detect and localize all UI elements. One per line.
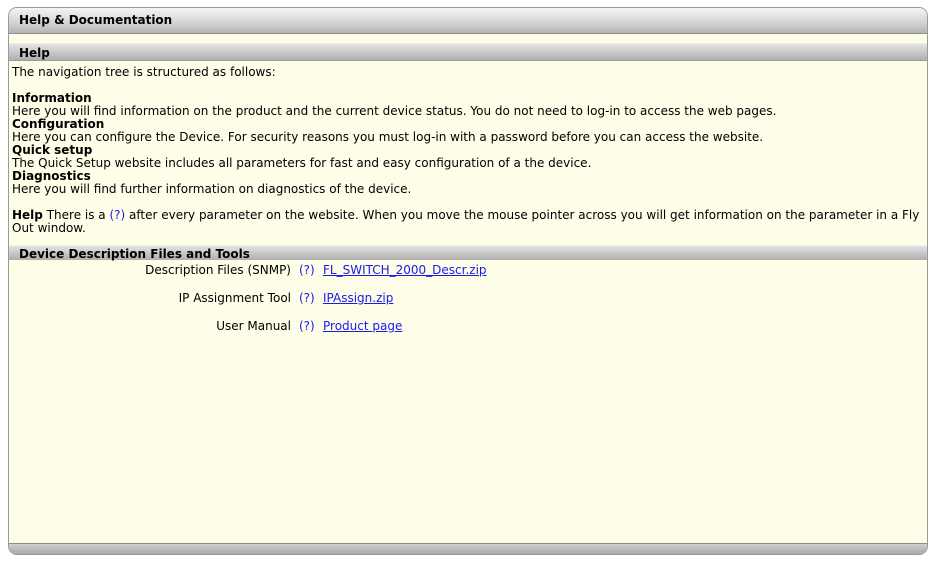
row-label: IP Assignment Tool [178,291,291,305]
product-page-link[interactable]: Product page [323,319,402,333]
description-quick-setup: The Quick Setup website includes all par… [12,156,592,170]
help-note-pre: There is a [42,208,110,222]
help-documentation-panel: Help & Documentation Help The navigation… [8,7,928,555]
description-information: Here you will find information on the pr… [12,104,777,118]
download-description-files-link[interactable]: FL_SWITCH_2000_Descr.zip [323,263,487,277]
row-user-manual: User Manual (?) Product page [9,316,927,344]
device-files-list: Description Files (SNMP) (?) FL_SWITCH_2… [9,260,927,344]
description-diagnostics: Here you will find further information o… [12,182,412,196]
row-ip-assignment-tool: IP Assignment Tool (?) IPAssign.zip [9,288,927,316]
help-note-term: Help [12,208,43,222]
description-configuration: Here you can configure the Device. For s… [12,130,764,144]
help-intro: The navigation tree is structured as fol… [12,65,276,79]
help-tooltip-icon[interactable]: (?) [299,319,315,333]
help-section-header: Help [9,43,927,61]
row-label: User Manual [216,319,291,333]
help-note-qmark[interactable]: (?) [109,208,125,222]
help-note-post: after every parameter on the website. Wh… [12,208,920,235]
download-ip-assign-link[interactable]: IPAssign.zip [323,291,393,305]
row-description-files: Description Files (SNMP) (?) FL_SWITCH_2… [9,260,927,288]
panel-title: Help & Documentation [9,8,927,34]
help-tooltip-icon[interactable]: (?) [299,263,315,277]
panel-bottom-bar [9,543,927,554]
device-files-section-header: Device Description Files and Tools [9,245,927,261]
row-label: Description Files (SNMP) [145,263,291,277]
help-body: The navigation tree is structured as fol… [9,61,927,235]
help-tooltip-icon[interactable]: (?) [299,291,315,305]
help-note: Help There is a (?) after every paramete… [12,209,923,235]
